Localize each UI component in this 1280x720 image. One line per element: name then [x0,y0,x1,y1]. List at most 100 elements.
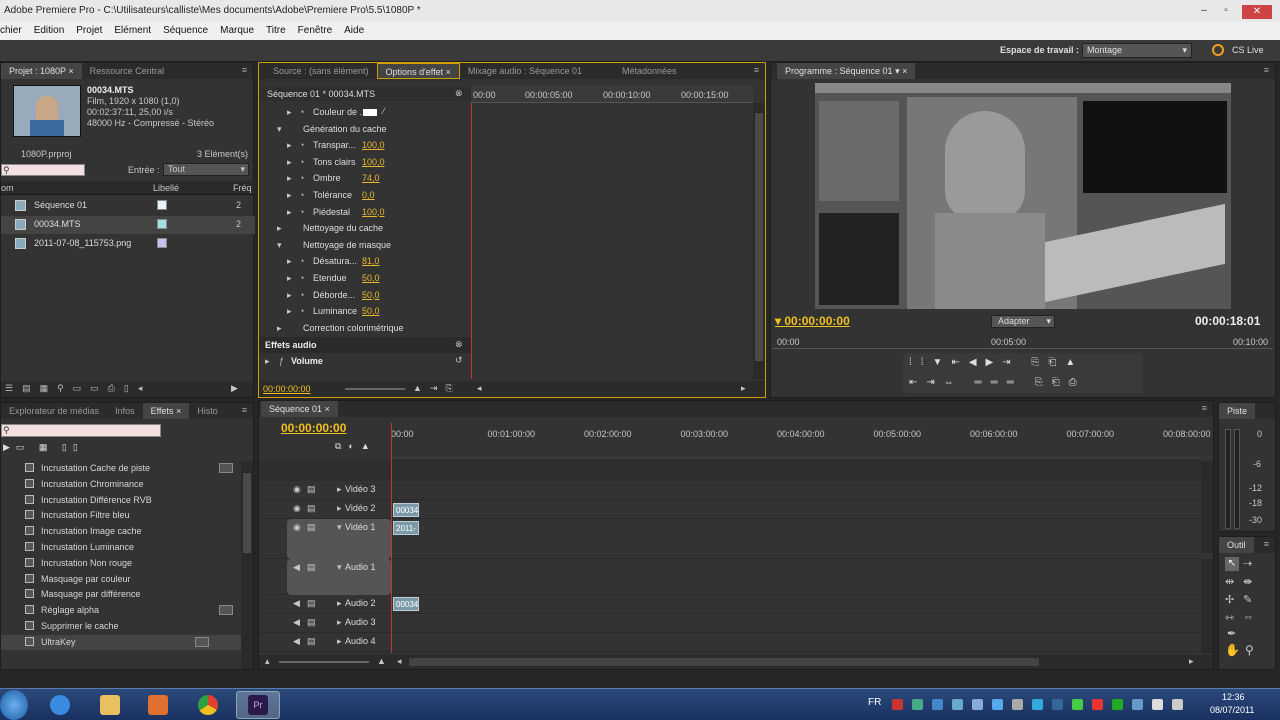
audio-effects-icon[interactable]: ⊗ [455,339,463,350]
ec-timecode[interactable]: 00:00:00:00 [263,384,311,394]
zoom-in-icon[interactable]: ▲ [377,656,386,666]
effect-item[interactable]: Masquage par couleur [25,572,241,587]
tab-options-effet[interactable]: Options d'effet × [376,63,460,79]
fit-select[interactable]: Adapter ▾ [991,315,1055,328]
tab-mixage-audio[interactable]: Mixage audio : Séquence 01 [460,63,590,79]
effect-item[interactable]: Incrustation Filtre bleu [25,508,241,523]
menu-titre[interactable]: Titre [266,22,286,40]
lock-icon[interactable]: ▤ [307,636,316,647]
entry-select[interactable]: Tout ▾ [163,163,249,176]
ec-property-value[interactable]: 74,0 [362,173,380,183]
scroll-right-icon[interactable]: ▸ [1189,656,1194,667]
expand-triangle-icon[interactable]: ▸ [287,157,292,168]
ec-property-row[interactable]: ▸ ◔ Piédestal 100,0 [259,205,471,221]
menu-marque[interactable]: Marque [220,22,254,40]
track-select-icon[interactable]: ⇢ [1243,557,1252,570]
ripple-edit-icon[interactable]: ⇹ [1225,575,1234,588]
ec-zoom-slider[interactable] [345,388,405,390]
cs-live-button[interactable]: CS Live [1232,45,1264,55]
ec-property-row[interactable]: ▸ ◔ Tons clairs 100,0 [259,155,471,171]
panel-menu-icon[interactable]: ≡ [1264,65,1269,75]
expand-triangle-icon[interactable]: ▸ [287,306,292,317]
effects-search-input[interactable]: ⚲ [1,424,161,437]
ec-property-row[interactable]: ▸ ◔ Luminance 50,0 [259,304,471,320]
menu-edition[interactable]: Edition [34,22,65,40]
clip-video-2[interactable]: 00034 [393,503,419,517]
tray-icon-3[interactable] [932,699,943,710]
disclosure-triangle-icon[interactable]: ▾ [277,124,282,135]
tray-icon-2[interactable] [912,699,923,710]
slide-icon[interactable]: ⇔ [1243,611,1254,623]
ec-property-row[interactable]: ▸ ◔ Déborde... 50,0 [259,288,471,304]
tab-programme[interactable]: Programme : Séquence 01 ▾ × [777,63,916,79]
ec-property-value[interactable]: 100,0 [362,207,385,217]
tray-icon-7[interactable] [1012,699,1023,710]
eyedropper-icon[interactable]: ⁄ [383,106,385,116]
scroll-right-icon[interactable]: ▶ [231,383,238,394]
expand-track-icon[interactable]: ▸ [337,617,342,628]
timeline-zoom-slider[interactable] [279,661,369,663]
project-list-item[interactable]: Séquence 01 2 [1,197,255,215]
tab-source[interactable]: Source : (sans élément) [265,63,377,79]
stopwatch-icon[interactable]: ◔ [299,190,304,200]
lock-icon[interactable]: ▤ [307,484,316,495]
rate-stretch-icon[interactable]: ✢ [1225,593,1234,606]
effect-item[interactable]: Incrustation Différence RVB [25,493,241,508]
panel-menu-icon[interactable]: ≡ [1264,539,1269,549]
disclosure-triangle-icon[interactable]: ▸ [277,223,282,234]
stopwatch-icon[interactable]: ◔ [299,107,304,117]
stopwatch-icon[interactable]: ◔ [299,173,304,183]
effect-item[interactable]: Masquage par différence [25,587,241,602]
ec-footer-icons[interactable]: ▲⇥⎘ [413,383,461,394]
tab-outil[interactable]: Outil [1219,537,1254,553]
tray-icon-8[interactable] [1032,699,1043,710]
expand-track-icon[interactable]: ▸ [337,636,342,647]
ec-property-row[interactable]: ▸ ◔ Transpar... 100,0 [259,138,471,154]
expand-triangle-icon[interactable]: ▸ [287,290,292,301]
language-indicator[interactable]: FR [868,697,881,708]
tab-metadonnees[interactable]: Métadonnées [614,63,685,79]
program-timecode[interactable]: ▾ 00:00:00:00 [775,314,850,328]
ec-header-icon[interactable]: ⊗ [455,88,463,99]
menu-fenetre[interactable]: Fenêtre [298,22,332,40]
taskbar-premiere[interactable]: Pr [236,691,280,719]
scroll-left-icon[interactable]: ◂ [397,656,402,667]
timeline-ruler[interactable]: 00:00 00:01:00:00 00:02:00:00 00:03:00:00 00… [391,423,1211,459]
transport-row-1[interactable]: ⁞⁞▼⇤◀▶⇥ ⎘⎗▲ [909,357,1084,368]
ec-property-row[interactable]: ▸ Nettoyage du cache [259,221,471,237]
ec-property-row[interactable]: ▾ Génération du cache [259,122,471,138]
stopwatch-icon[interactable]: ◔ [299,306,304,316]
expand-triangle-icon[interactable]: ▸ [287,107,292,118]
effect-item[interactable]: Incrustation Luminance [25,540,241,555]
pen-icon[interactable]: ✒ [1227,627,1236,640]
ec-property-row[interactable]: ▸ ◔ Désatura... 81,0 [259,254,471,270]
panel-menu-icon[interactable]: ≡ [1202,403,1207,413]
ec-property-row[interactable]: ▸ Correction colorimétrique [259,321,471,337]
disclosure-triangle-icon[interactable]: ▾ [277,240,282,251]
tab-explorateur[interactable]: Explorateur de médias [1,403,107,419]
tray-icon-11[interactable] [1092,699,1103,710]
menu-aide[interactable]: Aide [344,22,364,40]
tab-infos[interactable]: Infos [107,403,143,419]
ec-playhead[interactable] [471,103,472,379]
project-tool-icons[interactable]: ☰▤▦⚲▭▭⎙▯◂ [5,383,151,394]
search-input[interactable]: ⚲ [1,164,85,176]
timeline-track[interactable]: ◀ ▤ ▸ Audio 3 [259,614,1199,633]
tray-icon-1[interactable] [892,699,903,710]
rolling-edit-icon[interactable]: ⇼ [1243,575,1252,588]
expand-triangle-icon[interactable]: ▸ [287,273,292,284]
timeline-track[interactable]: ◉ ▤ ▸ Vidéo 3 [259,481,1199,500]
timeline-timecode[interactable]: 00:00:00:00 [281,421,346,435]
ec-scrollbar[interactable] [753,103,765,379]
expand-triangle-icon[interactable]: ▸ [265,356,270,367]
tab-projet[interactable]: Projet : 1080P × [1,63,82,79]
expand-triangle-icon[interactable]: ▸ [287,190,292,201]
speaker-icon[interactable]: ◀ [293,562,300,573]
effect-item[interactable]: Incrustation Chrominance [25,477,241,492]
ec-property-value[interactable]: 81,0 [362,256,380,266]
menu-sequence[interactable]: Séquence [163,22,208,40]
transport-row-2[interactable]: ⇤⇥⇔ ═══ ⎘⎗⎙ [909,377,1086,388]
expand-track-icon[interactable]: ▾ [337,562,342,573]
hand-icon[interactable]: ✋ [1225,643,1240,657]
taskbar-ie[interactable] [38,691,82,719]
